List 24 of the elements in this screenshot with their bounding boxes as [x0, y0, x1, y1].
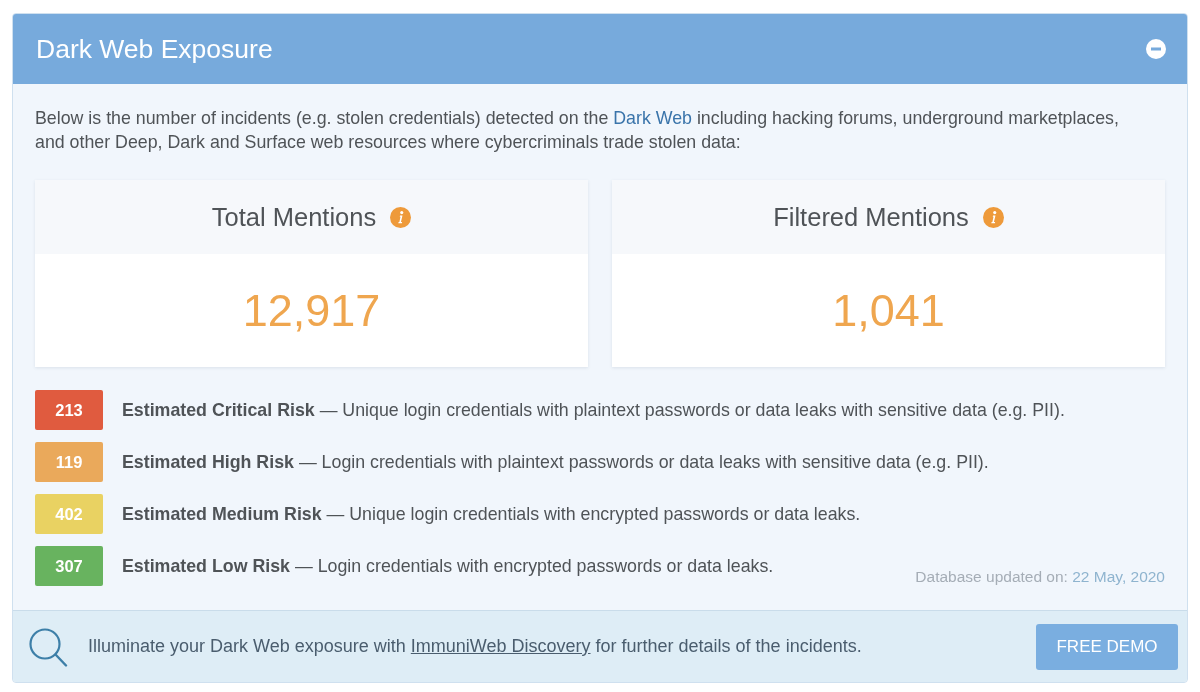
risk-description: Estimated Low Risk — Login credentials with encrypted passwords or data leaks.	[122, 555, 774, 577]
free-demo-button[interactable]: FREE DEMO	[1036, 623, 1178, 670]
discovery-link[interactable]: ImmuniWeb Discovery	[410, 636, 591, 656]
metric-value: 12,917	[242, 288, 381, 333]
metric-value: 1,041	[832, 288, 945, 333]
risk-count-badge: 307	[35, 546, 103, 586]
search-icon	[28, 626, 68, 667]
info-icon[interactable]	[390, 206, 412, 228]
intro-text: Below is the number of incidents (e.g. stolen credentials) detected on the Dark Web including hacking forums, underground marketplaces, and other Deep, Dark and Surface web resources where cybercriminals trade stolen data:	[35, 107, 1120, 154]
risk-description: Estimated High Risk — Login credentials with plaintext passwords or data leaks with sensitive data (e.g. PII).	[122, 451, 989, 473]
info-icon[interactable]	[982, 206, 1004, 228]
database-updated-label: Database updated on:	[915, 568, 1068, 585]
panel-title: Dark Web Exposure	[36, 33, 273, 65]
risk-description: Estimated Critical Risk — Unique login credentials with plaintext passwords or data leaks with sensitive data (e.g. PII).	[122, 399, 1065, 421]
update-date: 22 May, 2020	[1072, 568, 1165, 585]
risk-description: Estimated Medium Risk — Unique login credentials with encrypted passwords or data leaks.	[122, 503, 861, 525]
metric-title: Filtered Mentions	[773, 202, 969, 232]
dark-web-link[interactable]: Dark Web	[613, 108, 692, 128]
collapse-icon[interactable]	[1146, 39, 1166, 59]
risk-count-badge: 213	[35, 390, 103, 430]
risk-count-badge: 119	[35, 442, 103, 482]
metric-title: Total Mentions	[211, 202, 377, 232]
risk-count-badge: 402	[35, 494, 103, 534]
promo-text: Illuminate your Dark Web exposure with ImmuniWeb Discovery for further details of the incidents.	[88, 636, 863, 657]
